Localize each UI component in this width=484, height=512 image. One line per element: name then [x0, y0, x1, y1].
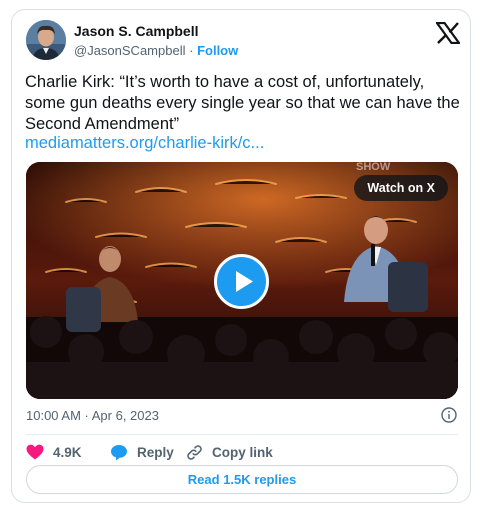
like-button[interactable]: 4.9K — [26, 441, 82, 463]
tweet-link[interactable]: mediamatters.org/charlie-kirk/c... — [25, 133, 264, 154]
svg-text:SHOW: SHOW — [356, 162, 391, 173]
heart-icon — [26, 444, 44, 460]
separator: · — [189, 43, 194, 58]
tweet-timestamp[interactable]: 10:00 AM · Apr 6, 2023 — [26, 408, 159, 423]
tweet-card: Jason S. Campbell @JasonSCampbell · Foll… — [11, 9, 471, 503]
link-icon — [187, 444, 202, 460]
author-handle-line: @JasonSCampbell · Follow — [74, 43, 238, 58]
copy-link-label: Copy link — [212, 444, 273, 460]
copy-link-button[interactable]: Copy link — [186, 441, 273, 463]
avatar[interactable] — [26, 20, 66, 60]
x-logo-icon[interactable] — [434, 21, 462, 45]
read-replies-button[interactable]: Read 1.5K replies — [26, 465, 458, 494]
watch-on-x-button[interactable]: Watch on X — [354, 175, 448, 201]
author-name[interactable]: Jason S. Campbell — [74, 23, 198, 39]
play-button[interactable] — [214, 254, 269, 309]
play-icon — [236, 271, 253, 292]
info-icon[interactable] — [441, 407, 457, 423]
reply-bubble-icon — [111, 444, 127, 460]
like-count: 4.9K — [53, 444, 82, 460]
author-handle[interactable]: @JasonSCampbell — [74, 43, 185, 58]
reply-label: Reply — [137, 444, 174, 460]
divider — [26, 434, 458, 435]
action-bar: 4.9K Reply Copy link — [26, 441, 458, 463]
tweet-text: Charlie Kirk: “It’s worth to have a cost… — [25, 73, 460, 133]
video-media[interactable]: SHOW Watch on X — [26, 162, 458, 399]
reply-button[interactable]: Reply — [110, 441, 174, 463]
follow-button[interactable]: Follow — [197, 43, 238, 58]
